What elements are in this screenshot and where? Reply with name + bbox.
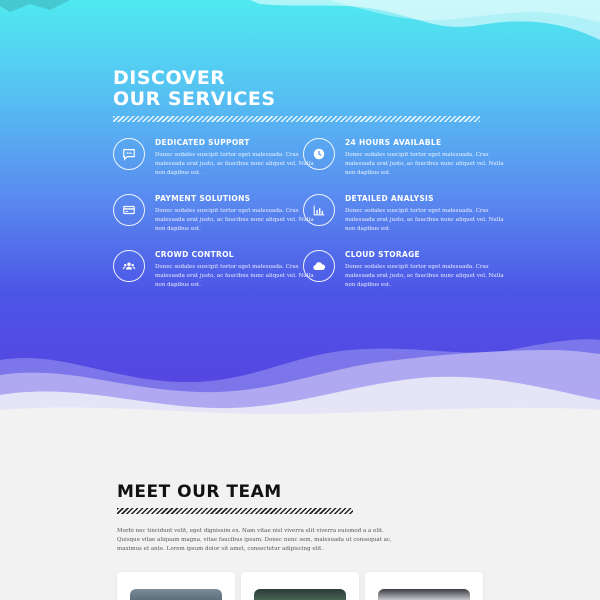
heading-underline-hatch <box>113 116 480 122</box>
team-description: Morbi nec tincidunt velit, eget dignissi… <box>117 528 392 552</box>
service-title: CROWD CONTROL <box>155 250 234 259</box>
users-icon <box>113 250 145 282</box>
team-member-photo <box>378 589 470 600</box>
clock-icon <box>303 138 335 170</box>
team-member-photo <box>254 589 346 600</box>
bottom-wave-decoration <box>0 339 600 420</box>
service-title: PAYMENT SOLUTIONS <box>155 194 251 203</box>
service-description: Donec sodales suscipit tortor eget males… <box>155 264 314 288</box>
team-heading: MEET OUR TEAM <box>117 482 282 502</box>
credit-card-icon <box>113 194 145 226</box>
team-card[interactable] <box>365 572 483 600</box>
services-hero: DISCOVER OUR SERVICES DEDICATED SUPPORT … <box>0 0 600 420</box>
team-card[interactable] <box>117 572 235 600</box>
service-description: Donec sodales suscipit tortor eget males… <box>345 152 504 176</box>
chat-icon <box>113 138 145 170</box>
services-heading-line1: DISCOVER <box>113 67 226 89</box>
service-title: CLOUD STORAGE <box>345 250 420 259</box>
top-wave-decoration <box>0 0 600 40</box>
services-heading: DISCOVER OUR SERVICES <box>113 68 276 110</box>
team-card[interactable] <box>241 572 359 600</box>
services-heading-line2: OUR SERVICES <box>113 88 276 110</box>
service-description: Donec sodales suscipit tortor eget males… <box>155 152 314 176</box>
service-title: 24 HOURS AVAILABLE <box>345 138 442 147</box>
team-member-photo <box>130 589 222 600</box>
service-title: DETAILED ANALYSIS <box>345 194 434 203</box>
service-description: Donec sodales suscipit tortor eget males… <box>345 264 504 288</box>
team-heading-underline-hatch <box>117 508 353 514</box>
bar-chart-icon <box>303 194 335 226</box>
cloud-icon <box>303 250 335 282</box>
service-description: Donec sodales suscipit tortor eget males… <box>155 208 314 232</box>
service-description: Donec sodales suscipit tortor eget males… <box>345 208 504 232</box>
service-title: DEDICATED SUPPORT <box>155 138 250 147</box>
